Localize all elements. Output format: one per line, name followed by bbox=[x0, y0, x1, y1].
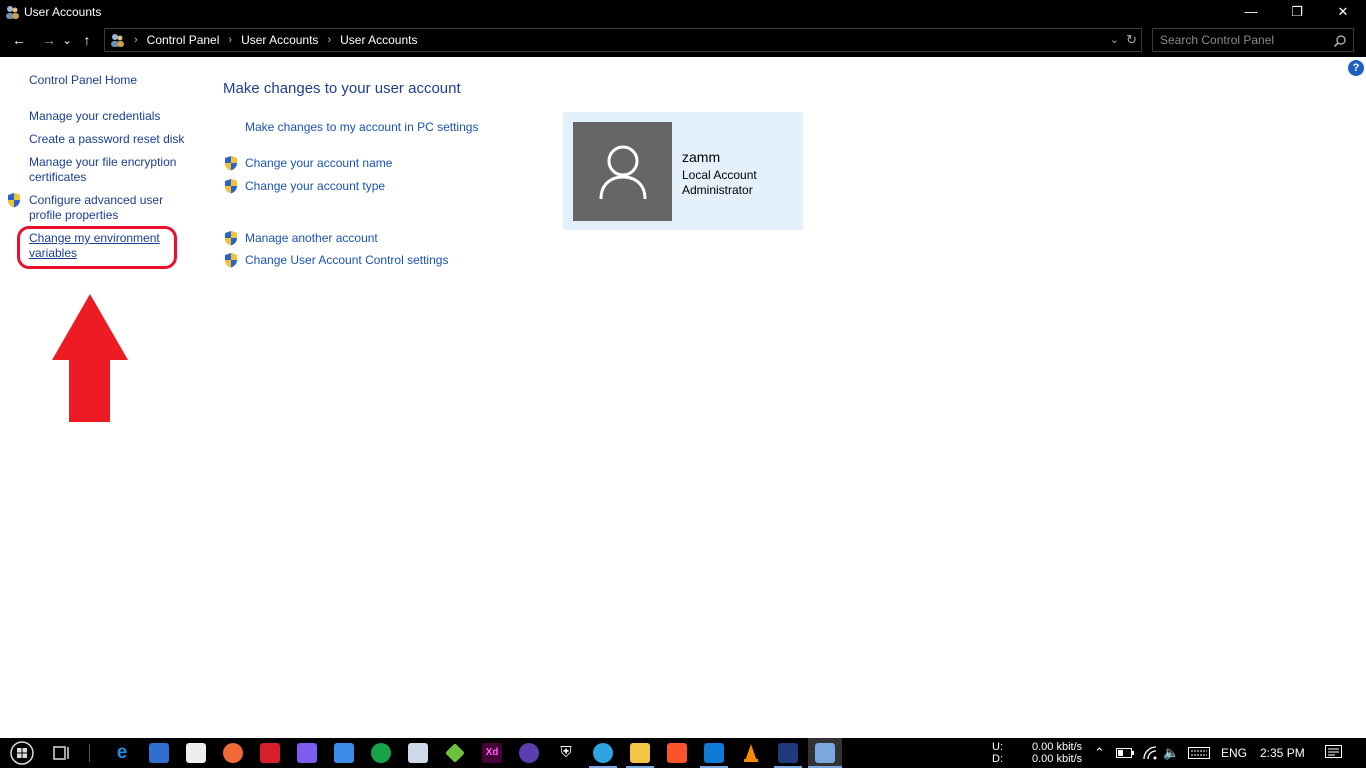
link-line: certificates bbox=[29, 170, 87, 184]
title-bar: User Accounts — ❐ ✕ bbox=[0, 0, 1366, 23]
breadcrumb-user-accounts-current[interactable]: User Accounts bbox=[340, 33, 417, 47]
account-card: zamm Local Account Administrator bbox=[563, 112, 803, 230]
brave-browser-icon[interactable] bbox=[667, 743, 687, 763]
address-dropdown-icon[interactable]: ⌄ bbox=[1110, 33, 1119, 46]
adobe-xd-icon[interactable]: Xd bbox=[482, 743, 502, 763]
language-indicator[interactable]: ENG bbox=[1221, 746, 1247, 760]
file-explorer-icon[interactable] bbox=[630, 743, 650, 763]
window-title: User Accounts bbox=[24, 4, 102, 19]
user-accounts-icon bbox=[111, 34, 124, 47]
task-view-icon[interactable] bbox=[53, 745, 71, 761]
notepad-icon[interactable] bbox=[408, 743, 428, 763]
back-arrow-icon[interactable]: ← bbox=[8, 28, 30, 52]
breadcrumb-separator[interactable]: › bbox=[228, 34, 232, 46]
recent-locations-chevron-icon[interactable]: ⌄ bbox=[60, 28, 74, 52]
start-button-icon[interactable] bbox=[10, 741, 34, 765]
help-icon[interactable]: ? bbox=[1348, 60, 1364, 76]
store-icon[interactable] bbox=[149, 743, 169, 763]
change-account-name-link[interactable]: Change your account name bbox=[245, 156, 392, 170]
create-password-reset-disk-link[interactable]: Create a password reset disk bbox=[29, 132, 184, 147]
account-details: Local Account Administrator bbox=[682, 168, 757, 198]
address-bar[interactable]: › Control Panel › User Accounts › User A… bbox=[104, 28, 1142, 52]
security-shield-icon[interactable]: ⛨ bbox=[556, 743, 576, 763]
wifi-icon[interactable] bbox=[1142, 745, 1158, 761]
annotation-highlight-ellipse bbox=[17, 226, 177, 269]
control-panel-icon bbox=[815, 743, 835, 763]
uac-shield-icon bbox=[225, 156, 237, 171]
close-button[interactable]: ✕ bbox=[1320, 0, 1366, 23]
refresh-icon[interactable]: ↻ bbox=[1126, 32, 1137, 48]
breadcrumb-user-accounts[interactable]: User Accounts bbox=[241, 33, 318, 47]
user-silhouette-icon bbox=[599, 145, 646, 199]
breadcrumb-control-panel[interactable]: Control Panel bbox=[147, 33, 220, 47]
change-account-type-link[interactable]: Change your account type bbox=[245, 179, 385, 193]
restore-button[interactable]: ❐ bbox=[1274, 0, 1320, 23]
keyboard-icon[interactable] bbox=[1188, 747, 1210, 759]
search-icon[interactable] bbox=[1333, 34, 1347, 48]
volume-icon[interactable]: 🔈 bbox=[1163, 745, 1179, 761]
creative-cloud-icon[interactable] bbox=[260, 743, 280, 763]
up-arrow-icon[interactable]: ↑ bbox=[76, 28, 98, 52]
mail-icon[interactable] bbox=[186, 743, 206, 763]
eclipse-icon[interactable] bbox=[519, 743, 539, 763]
show-hidden-icons-chevron-icon[interactable]: ⌃ bbox=[1094, 745, 1105, 761]
net-meter-labels: U: D: bbox=[992, 741, 1003, 765]
vscode-icon[interactable] bbox=[704, 743, 724, 763]
manage-another-account-link[interactable]: Manage another account bbox=[245, 231, 378, 245]
powershell-icon[interactable] bbox=[778, 743, 798, 763]
net-down-value: 0.00 kbit/s bbox=[1032, 753, 1083, 765]
account-name: zamm bbox=[682, 149, 721, 165]
manage-file-encryption-link[interactable]: Manage your file encryption certificates bbox=[29, 155, 176, 185]
manage-credentials-link[interactable]: Manage your credentials bbox=[29, 109, 160, 124]
page-heading: Make changes to your user account bbox=[223, 80, 461, 97]
link-line: Manage your file encryption bbox=[29, 155, 177, 169]
control-panel-home-link[interactable]: Control Panel Home bbox=[29, 73, 137, 88]
taskbar-divider bbox=[89, 744, 90, 762]
action-center-icon[interactable] bbox=[1325, 745, 1342, 761]
edge-browser-icon[interactable]: e bbox=[112, 743, 132, 763]
pc-settings-link[interactable]: Make changes to my account in PC setting… bbox=[245, 120, 478, 134]
uac-shield-icon bbox=[8, 193, 20, 208]
upload-app-icon[interactable] bbox=[334, 743, 354, 763]
app-orange-icon[interactable] bbox=[223, 743, 243, 763]
forward-arrow-icon[interactable]: → bbox=[38, 28, 60, 52]
configure-advanced-profile-link[interactable]: Configure advanced user profile properti… bbox=[29, 193, 163, 223]
link-line: Configure advanced user bbox=[29, 193, 164, 207]
uac-shield-icon bbox=[225, 253, 237, 268]
annotation-up-arrow-icon bbox=[52, 294, 128, 422]
minimize-button[interactable]: — bbox=[1228, 0, 1274, 23]
app-purple-icon[interactable] bbox=[297, 743, 317, 763]
account-type: Local Account bbox=[682, 168, 757, 182]
net-up-label: U: bbox=[992, 741, 1003, 753]
net-down-label: D: bbox=[992, 753, 1003, 765]
search-input[interactable] bbox=[1160, 33, 1330, 47]
uac-shield-icon bbox=[225, 179, 237, 194]
taskbar: e Xd ⛨ U: D: 0.00 kbit/s 0.00 kbit/s ⌃ 🔈 bbox=[0, 738, 1366, 768]
avatar bbox=[573, 122, 672, 221]
vlc-icon[interactable] bbox=[741, 743, 761, 763]
user-accounts-icon bbox=[6, 5, 19, 19]
navigation-bar: ← → ⌄ ↑ › Control Panel › User Accounts … bbox=[0, 23, 1366, 57]
net-meter-values: 0.00 kbit/s 0.00 kbit/s bbox=[1032, 741, 1082, 765]
net-up-value: 0.00 kbit/s bbox=[1032, 741, 1083, 753]
uac-shield-icon bbox=[225, 231, 237, 246]
breadcrumb-separator[interactable]: › bbox=[134, 34, 138, 46]
battery-icon[interactable] bbox=[1116, 748, 1134, 758]
app-green-diamond-icon[interactable] bbox=[445, 743, 465, 763]
telegram-icon[interactable] bbox=[593, 743, 613, 763]
clock[interactable]: 2:35 PM bbox=[1260, 746, 1305, 760]
change-uac-settings-link[interactable]: Change User Account Control settings bbox=[245, 253, 448, 267]
mongodb-icon[interactable] bbox=[371, 743, 391, 763]
link-line: profile properties bbox=[29, 208, 119, 222]
search-box[interactable] bbox=[1152, 28, 1354, 52]
breadcrumb-separator[interactable]: › bbox=[327, 34, 331, 46]
account-role: Administrator bbox=[682, 183, 753, 197]
active-taskbar-button[interactable] bbox=[808, 738, 842, 768]
